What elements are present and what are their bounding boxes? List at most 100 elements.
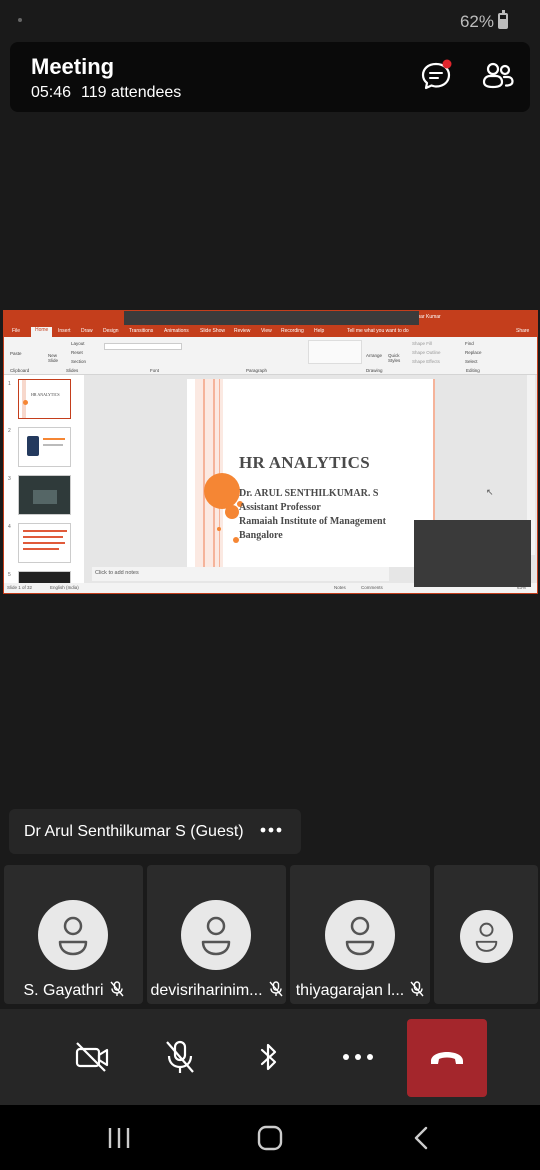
ppt-tab-file[interactable]: File — [12, 328, 20, 334]
hang-up-button[interactable] — [407, 1019, 487, 1097]
ppt-tell-me[interactable]: Tell me what you want to do — [347, 328, 409, 334]
meeting-header: Meeting 05:46 119 attendees — [10, 42, 530, 112]
slide-thumbnail[interactable] — [18, 523, 71, 563]
camera-toggle-button[interactable] — [74, 1039, 110, 1075]
shared-screen[interactable]: mar Kumar File Home Insert Draw Design T… — [3, 310, 538, 594]
ppt-new-slide[interactable]: New Slide — [48, 353, 64, 363]
slide-line: Dr. ARUL SENTHILKUMAR. S — [239, 488, 379, 499]
self-video-preview[interactable] — [414, 520, 531, 587]
ppt-shape-effects[interactable]: Shape Effects — [412, 359, 440, 364]
slide-line: Assistant Professor — [239, 502, 321, 513]
ppt-notes-toggle[interactable]: Notes — [334, 585, 346, 590]
participant-name-text: thiyagarajan l... — [295, 982, 405, 999]
ppt-tab-bar: File Home Insert Draw Design Transitions… — [4, 325, 537, 337]
ppt-replace[interactable]: Replace — [465, 350, 482, 355]
ppt-tab-review[interactable]: Review — [234, 328, 250, 334]
participant-tile[interactable] — [434, 865, 538, 1004]
call-controls — [0, 1009, 540, 1105]
more-options-icon[interactable] — [259, 818, 283, 842]
chat-bubble-icon — [421, 59, 452, 90]
ppt-arrange[interactable]: Arrange — [366, 353, 382, 358]
battery-icon — [498, 10, 508, 29]
presenter-bar: Dr Arul Senthilkumar S (Guest) — [9, 809, 301, 854]
status-bar: 62% — [0, 0, 540, 42]
recents-icon — [108, 1128, 130, 1148]
ppt-group-editing: Editing — [466, 368, 480, 373]
mic-off-icon — [268, 981, 283, 997]
ppt-share-button[interactable]: Share — [516, 328, 529, 334]
mouse-cursor-icon: ↖ — [486, 487, 494, 497]
mic-off-icon — [410, 981, 424, 997]
recents-button[interactable] — [107, 1125, 131, 1156]
ppt-tab-insert[interactable]: Insert — [58, 328, 71, 334]
ppt-tab-recording[interactable]: Recording — [281, 328, 304, 334]
ppt-shape-fill[interactable]: Shape Fill — [412, 341, 432, 346]
ppt-tab-animations[interactable]: Animations — [164, 328, 189, 334]
ppt-shape-outline[interactable]: Shape Outline — [412, 350, 441, 355]
participants-button[interactable] — [480, 58, 516, 94]
camera-off-icon — [75, 1042, 109, 1072]
ppt-group-drawing: Drawing — [366, 368, 383, 373]
presenter-name: Dr Arul Senthilkumar S (Guest) — [24, 823, 244, 840]
attendee-count: 119 attendees — [81, 84, 182, 101]
participant-name: S. Gayathri — [4, 981, 143, 1000]
ppt-comments-toggle[interactable]: Comments — [361, 585, 383, 590]
slide-thumbnail[interactable]: HR ANALYTICS — [18, 379, 71, 419]
participant-name-text: devisriharinim... — [150, 982, 263, 999]
ppt-group-slides: Slides — [66, 368, 79, 373]
more-options-icon — [343, 1054, 373, 1060]
meeting-info: 05:46 119 attendees — [31, 84, 191, 102]
ppt-paste[interactable]: Paste — [10, 351, 22, 356]
ppt-group-paragraph: Paragraph — [246, 368, 268, 373]
current-slide[interactable]: HR ANALYTICS Dr. ARUL SENTHILKUMAR. S As… — [187, 379, 435, 567]
slide-line: Bangalore — [239, 530, 283, 541]
ppt-reset[interactable]: Reset — [71, 350, 83, 355]
ppt-layout[interactable]: Layout — [71, 341, 85, 346]
slide-thumbnail[interactable] — [18, 427, 71, 467]
ppt-tab-transitions[interactable]: Transitions — [129, 328, 153, 334]
back-button[interactable] — [410, 1125, 434, 1156]
ppt-group-clipboard: Clipboard — [10, 368, 30, 373]
slide-thumbnail[interactable] — [18, 475, 71, 515]
home-button[interactable] — [257, 1125, 283, 1156]
bluetooth-icon — [260, 1043, 277, 1071]
ppt-ribbon: Paste New Slide Layout Reset Section Arr… — [4, 337, 537, 375]
system-nav-bar — [0, 1105, 540, 1170]
chat-button[interactable] — [418, 58, 454, 94]
ppt-slide-count: Slide 1 of 32 — [7, 585, 33, 590]
participant-tile[interactable]: thiyagarajan l... — [290, 865, 430, 1004]
thumb-number: 1 — [8, 381, 11, 387]
ppt-quick-styles[interactable]: Quick Styles — [388, 353, 402, 363]
home-icon — [257, 1125, 283, 1151]
mic-toggle-button[interactable] — [162, 1039, 198, 1075]
ppt-tab-view[interactable]: View — [261, 328, 272, 334]
ppt-tab-draw[interactable]: Draw — [81, 328, 93, 334]
mic-off-icon — [166, 1040, 194, 1073]
ppt-tab-help[interactable]: Help — [314, 328, 324, 334]
slide-thumbnail-pane[interactable]: 1 HR ANALYTICS 2 3 4 5 — [4, 375, 84, 585]
participant-name: devisriharinim... — [147, 981, 286, 1000]
notes-pane[interactable]: Click to add notes — [92, 567, 389, 581]
ppt-language: English (India) — [50, 585, 79, 590]
participant-tile[interactable]: devisriharinim... — [147, 865, 286, 1004]
thumb-number: 5 — [8, 572, 11, 578]
bluetooth-audio-button[interactable] — [251, 1039, 287, 1075]
ppt-find[interactable]: Find — [465, 341, 474, 346]
ppt-select[interactable]: Select — [465, 359, 478, 364]
ppt-section[interactable]: Section — [71, 359, 86, 364]
ppt-user: mar Kumar — [416, 314, 441, 320]
person-icon — [58, 916, 88, 956]
avatar — [460, 910, 513, 963]
meeting-title: Meeting — [31, 54, 115, 79]
ppt-shapes-gallery[interactable] — [308, 340, 362, 364]
avatar — [38, 900, 108, 970]
ppt-font-box[interactable] — [104, 343, 182, 350]
ppt-tab-design[interactable]: Design — [103, 328, 119, 334]
person-icon — [201, 916, 231, 956]
ppt-tab-slideshow[interactable]: Slide Show — [200, 328, 225, 334]
participant-tile[interactable]: S. Gayathri — [4, 865, 143, 1004]
more-options-button[interactable] — [340, 1039, 376, 1075]
participant-name-text: S. Gayathri — [23, 982, 104, 999]
slide-line: Ramaiah Institute of Management — [239, 516, 386, 527]
ppt-tab-home[interactable]: Home — [31, 327, 53, 337]
